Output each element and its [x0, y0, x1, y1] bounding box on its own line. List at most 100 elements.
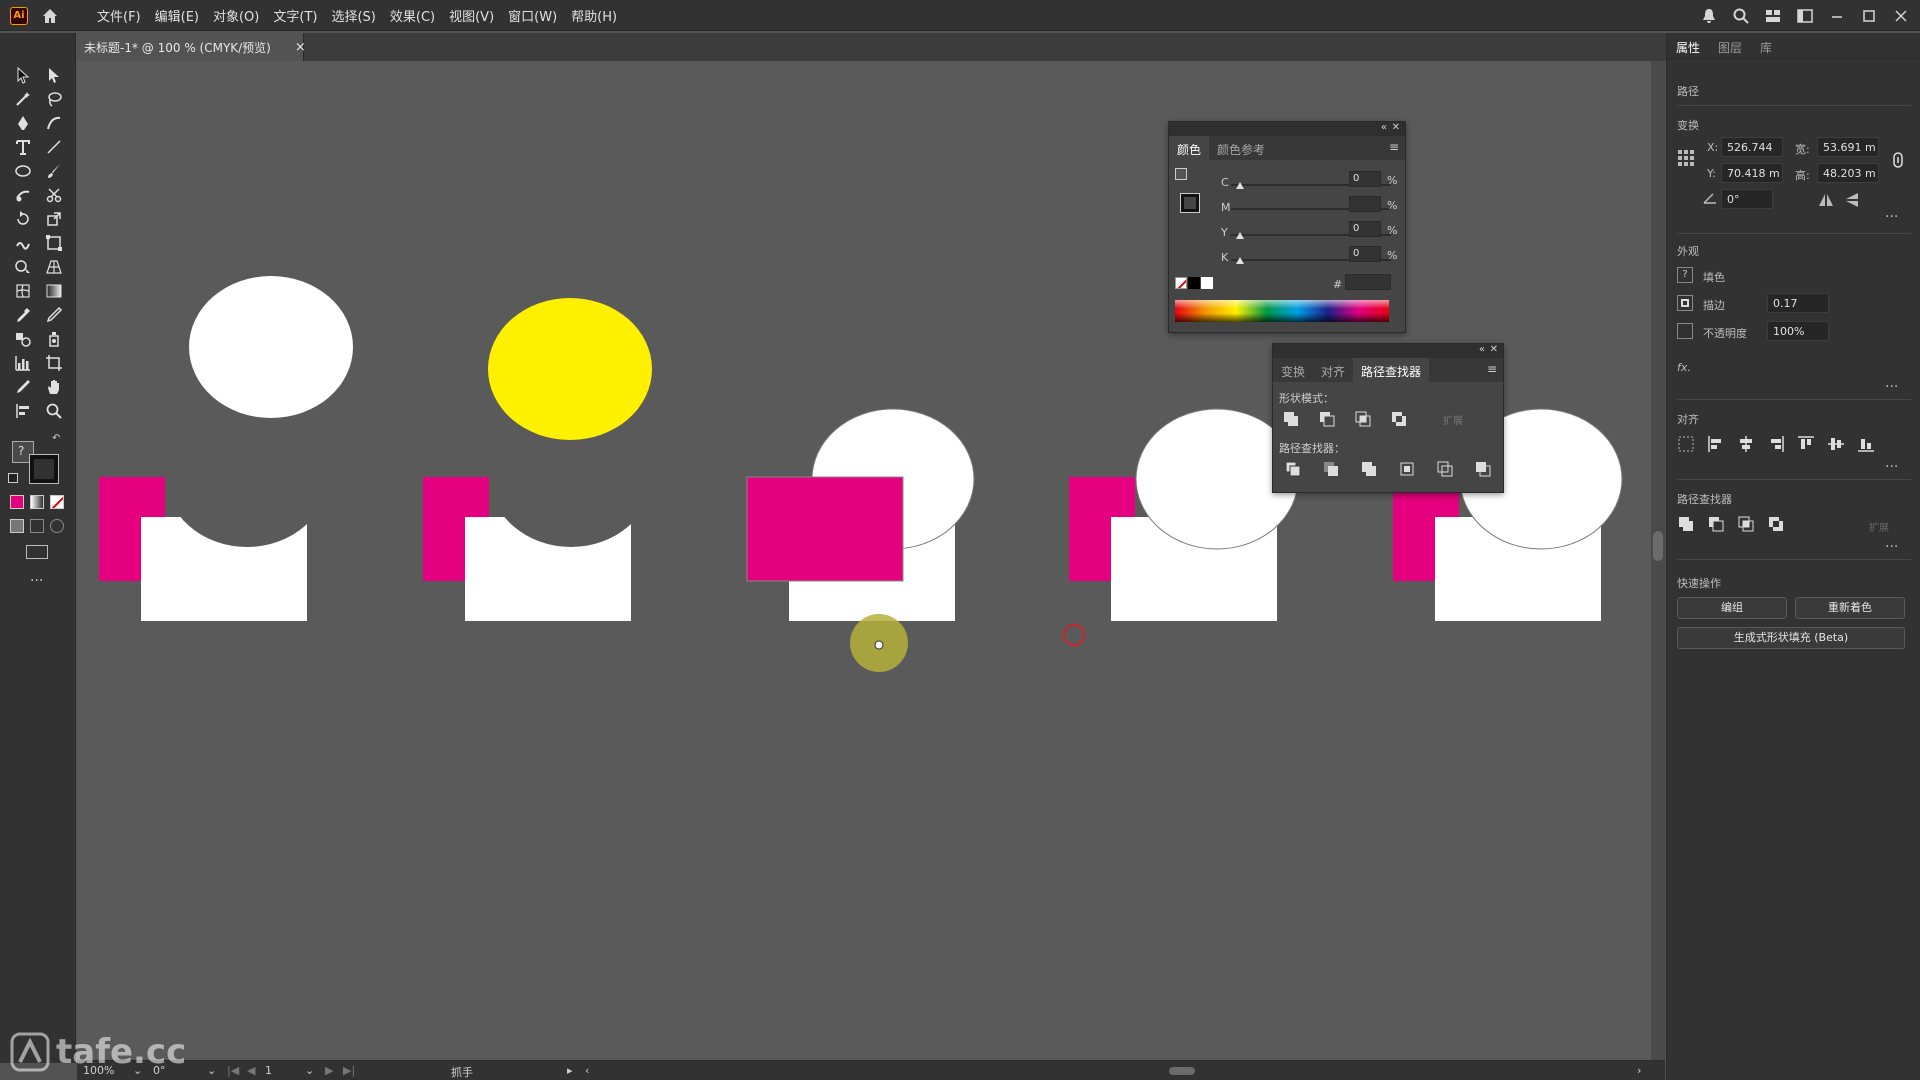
column-graph-tool[interactable]: [9, 352, 37, 374]
gradient-tool[interactable]: [40, 280, 68, 302]
measure-tool[interactable]: [40, 304, 68, 326]
generative-shape-fill-button[interactable]: 生成式形状填充 (Beta): [1677, 627, 1905, 649]
collapse-icon[interactable]: «: [1479, 344, 1485, 355]
ellipse-tool[interactable]: [9, 160, 37, 182]
transform-more-icon[interactable]: ···: [1885, 209, 1898, 225]
direct-selection-tool[interactable]: [40, 64, 68, 86]
pathfinder-panel-header[interactable]: « ✕: [1273, 344, 1503, 358]
tab-layers[interactable]: 图层: [1709, 33, 1751, 58]
shaper-tool[interactable]: [9, 184, 37, 206]
rotate-tool[interactable]: [9, 208, 37, 230]
align-vertical-center-icon[interactable]: [1827, 435, 1845, 453]
minus-front-icon[interactable]: [1707, 515, 1725, 533]
search-icon[interactable]: [1732, 7, 1750, 25]
channel-c-knob[interactable]: [1236, 182, 1244, 189]
workspace-icon[interactable]: [1796, 7, 1814, 25]
expand-button[interactable]: 扩展: [1423, 407, 1483, 431]
channel-y-input[interactable]: 0: [1349, 221, 1381, 237]
trim-button[interactable]: [1319, 457, 1343, 481]
channel-c-input[interactable]: 0: [1349, 171, 1381, 187]
black-swatch[interactable]: [1188, 277, 1200, 289]
tab-transform[interactable]: 变换: [1273, 358, 1313, 382]
default-fill-stroke-icon[interactable]: [8, 473, 18, 483]
pathfinder-expand-button[interactable]: 扩展: [1869, 519, 1889, 534]
fx-effects-button[interactable]: fx.: [1677, 361, 1691, 374]
last-artboard-icon[interactable]: ▶|: [343, 1064, 355, 1077]
channel-m-input[interactable]: [1349, 196, 1381, 212]
white-swatch[interactable]: [1201, 277, 1213, 289]
align-tool[interactable]: [9, 400, 37, 422]
artboard-number[interactable]: 1: [265, 1064, 272, 1077]
reference-point-icon[interactable]: [1677, 149, 1695, 167]
constrain-proportions-icon[interactable]: [1889, 151, 1907, 169]
slice-tool[interactable]: [9, 376, 37, 398]
flip-vertical-icon[interactable]: [1843, 191, 1861, 209]
shape-builder-tool[interactable]: [9, 256, 37, 278]
artboard-dropdown-icon[interactable]: ⌄: [305, 1064, 314, 1077]
stroke-indicator[interactable]: [1180, 193, 1200, 213]
menu-type[interactable]: 文字(T): [266, 6, 324, 25]
artboard-canvas[interactable]: [77, 61, 1651, 1060]
menu-select[interactable]: 选择(S): [324, 6, 382, 25]
none-mode-icon[interactable]: [50, 495, 64, 509]
type-tool[interactable]: [9, 136, 37, 158]
y-input[interactable]: 70.418 m: [1721, 163, 1783, 183]
exclude-button[interactable]: [1387, 407, 1411, 431]
menu-edit[interactable]: 编辑(E): [148, 6, 206, 25]
appearance-more-icon[interactable]: ···: [1885, 379, 1898, 395]
rotation-input[interactable]: 0°: [1721, 189, 1773, 209]
align-bottom-icon[interactable]: [1857, 435, 1875, 453]
status-menu-arrow-icon[interactable]: ▸: [567, 1064, 573, 1077]
minimize-icon[interactable]: [1828, 7, 1846, 25]
channel-k-input[interactable]: 0: [1349, 246, 1381, 262]
rotation-dropdown-icon[interactable]: ⌄: [207, 1064, 216, 1077]
panel-close-icon[interactable]: ✕: [1392, 122, 1400, 133]
zoom-tool[interactable]: [40, 400, 68, 422]
maximize-icon[interactable]: [1860, 7, 1878, 25]
bell-icon[interactable]: [1700, 7, 1718, 25]
align-more-icon[interactable]: ···: [1885, 459, 1898, 475]
white-ellipse-1[interactable]: [189, 276, 353, 418]
menu-window[interactable]: 窗口(W): [501, 6, 564, 25]
paintbrush-tool[interactable]: [40, 160, 68, 182]
none-swatch[interactable]: [1175, 277, 1187, 289]
mesh-tool[interactable]: [9, 280, 37, 302]
free-transform-tool[interactable]: [40, 232, 68, 254]
panel-menu-icon[interactable]: ≡: [1487, 362, 1497, 376]
menu-file[interactable]: 文件(F): [90, 6, 148, 25]
gradient-mode-icon[interactable]: [30, 495, 44, 509]
align-left-icon[interactable]: [1707, 435, 1725, 453]
scroll-left-icon[interactable]: ‹: [585, 1064, 589, 1077]
arrange-documents-icon[interactable]: [1764, 7, 1782, 25]
align-top-icon[interactable]: [1797, 435, 1815, 453]
home-icon[interactable]: [40, 6, 60, 26]
stroke-weight-input[interactable]: 0.17: [1767, 293, 1829, 313]
scissors-tool[interactable]: [40, 184, 68, 206]
stroke-color-swatch[interactable]: [1677, 295, 1693, 311]
x-input[interactable]: 526.744: [1721, 137, 1783, 157]
minus-back-button[interactable]: [1471, 457, 1495, 481]
opacity-input[interactable]: 100%: [1767, 321, 1829, 341]
first-artboard-icon[interactable]: |◀: [227, 1064, 239, 1077]
yellow-ellipse[interactable]: [488, 298, 652, 440]
fill-color-swatch[interactable]: ?: [1677, 267, 1693, 283]
group-button[interactable]: 编组: [1677, 597, 1787, 619]
lasso-tool[interactable]: [40, 88, 68, 110]
tab-align[interactable]: 对齐: [1313, 358, 1353, 382]
tab-libraries[interactable]: 库: [1751, 33, 1781, 58]
exclude-icon[interactable]: [1767, 515, 1785, 533]
channel-y-knob[interactable]: [1236, 232, 1244, 239]
unite-button[interactable]: [1279, 407, 1303, 431]
scroll-right-icon[interactable]: ›: [1637, 1064, 1641, 1077]
eyedropper-tool[interactable]: [9, 304, 37, 326]
fill-stroke-indicator[interactable]: [1175, 168, 1187, 180]
color-panel-header[interactable]: « ✕: [1169, 122, 1405, 136]
menu-view[interactable]: 视图(V): [442, 6, 501, 25]
hex-input[interactable]: [1345, 274, 1391, 290]
menu-help[interactable]: 帮助(H): [564, 6, 624, 25]
align-horizontal-center-icon[interactable]: [1737, 435, 1755, 453]
edit-toolbar-more-icon[interactable]: ···: [30, 573, 43, 589]
next-artboard-icon[interactable]: ▶: [325, 1064, 333, 1077]
close-icon[interactable]: [1892, 7, 1910, 25]
line-tool[interactable]: [40, 136, 68, 158]
